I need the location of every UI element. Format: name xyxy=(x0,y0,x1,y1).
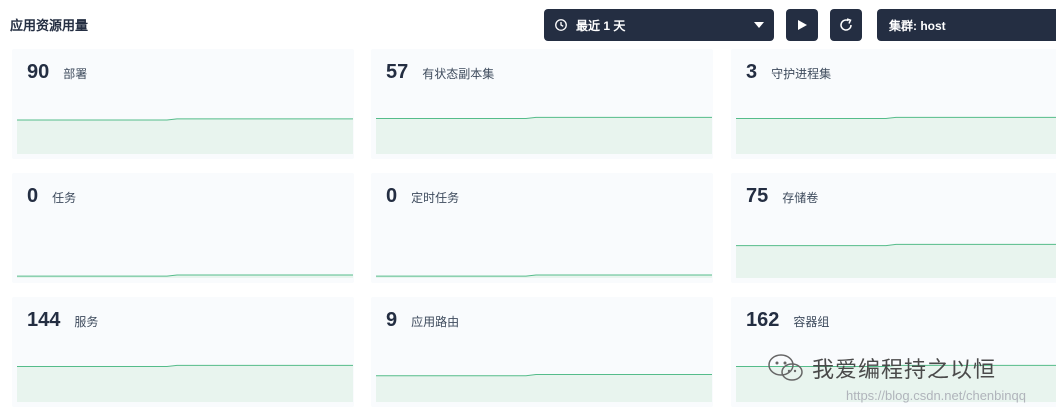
card-header: 0 定时任务 xyxy=(386,185,459,208)
card-value: 144 xyxy=(27,309,61,331)
card-label: 容器组 xyxy=(793,315,830,329)
resource-card[interactable]: 57 有状态副本集 xyxy=(371,49,713,159)
resource-card[interactable]: 0 任务 xyxy=(12,173,354,283)
usage-sparkline xyxy=(376,374,712,402)
resource-card[interactable]: 0 定时任务 xyxy=(371,173,713,283)
card-value: 75 xyxy=(746,185,769,207)
usage-sparkline xyxy=(17,118,353,154)
sparkline-area xyxy=(376,374,712,402)
card-label: 有状态副本集 xyxy=(422,67,495,81)
clock-icon xyxy=(555,19,567,31)
resource-card[interactable]: 90 部署 xyxy=(12,49,354,159)
play-icon xyxy=(798,20,807,30)
card-value: 57 xyxy=(386,61,409,83)
card-label: 服务 xyxy=(74,315,99,329)
card-value: 9 xyxy=(386,309,398,331)
card-value: 162 xyxy=(746,309,780,331)
usage-sparkline xyxy=(376,274,712,278)
sparkline-area xyxy=(736,117,1056,154)
card-label: 存储卷 xyxy=(782,191,819,205)
page-title: 应用资源用量 xyxy=(10,18,89,33)
card-value: 90 xyxy=(27,61,50,83)
sparkline-area xyxy=(376,117,712,154)
cluster-label: 集群: host xyxy=(889,18,946,33)
sparkline-area xyxy=(736,244,1056,278)
sparkline-area xyxy=(17,118,353,154)
usage-sparkline xyxy=(17,274,353,278)
usage-sparkline xyxy=(376,116,712,154)
caret-down-icon xyxy=(754,22,764,28)
wechat-icon xyxy=(768,354,803,381)
card-header: 75 存储卷 xyxy=(746,185,818,208)
card-header: 144 服务 xyxy=(27,309,98,332)
card-label: 守护进程集 xyxy=(771,67,832,81)
card-value: 0 xyxy=(386,185,398,207)
card-label: 部署 xyxy=(63,67,88,81)
card-header: 9 应用路由 xyxy=(386,309,459,332)
card-label: 定时任务 xyxy=(411,191,460,205)
card-header: 57 有状态副本集 xyxy=(386,61,494,84)
time-range-select[interactable]: 最近 1 天 xyxy=(544,9,774,41)
card-label: 应用路由 xyxy=(411,315,460,329)
time-range-label: 最近 1 天 xyxy=(576,18,626,33)
card-header: 162 容器组 xyxy=(746,309,829,332)
usage-sparkline xyxy=(736,243,1056,278)
card-label: 任务 xyxy=(52,191,77,205)
watermark: 我爱编程持之以恒 xyxy=(766,352,996,384)
card-value: 3 xyxy=(746,61,758,83)
refresh-icon xyxy=(840,18,852,31)
sparkline-area xyxy=(17,365,353,402)
resource-card[interactable]: 75 存储卷 xyxy=(731,173,1056,283)
watermark-url: https://blog.csdn.net/chenbinqq xyxy=(846,388,1026,403)
resource-card[interactable]: 3 守护进程集 xyxy=(731,49,1056,159)
resource-card[interactable]: 144 服务 xyxy=(12,297,354,407)
usage-sparkline xyxy=(736,116,1056,154)
card-header: 0 任务 xyxy=(27,185,76,208)
card-header: 90 部署 xyxy=(27,61,87,84)
card-value: 0 xyxy=(27,185,39,207)
resource-card[interactable]: 9 应用路由 xyxy=(371,297,713,407)
cluster-select[interactable]: 集群: host xyxy=(877,9,1056,41)
refresh-button[interactable] xyxy=(830,9,862,41)
play-button[interactable] xyxy=(786,9,818,41)
watermark-text: 我爱编程持之以恒 xyxy=(812,357,997,382)
card-header: 3 守护进程集 xyxy=(746,61,831,84)
usage-sparkline xyxy=(17,364,353,402)
